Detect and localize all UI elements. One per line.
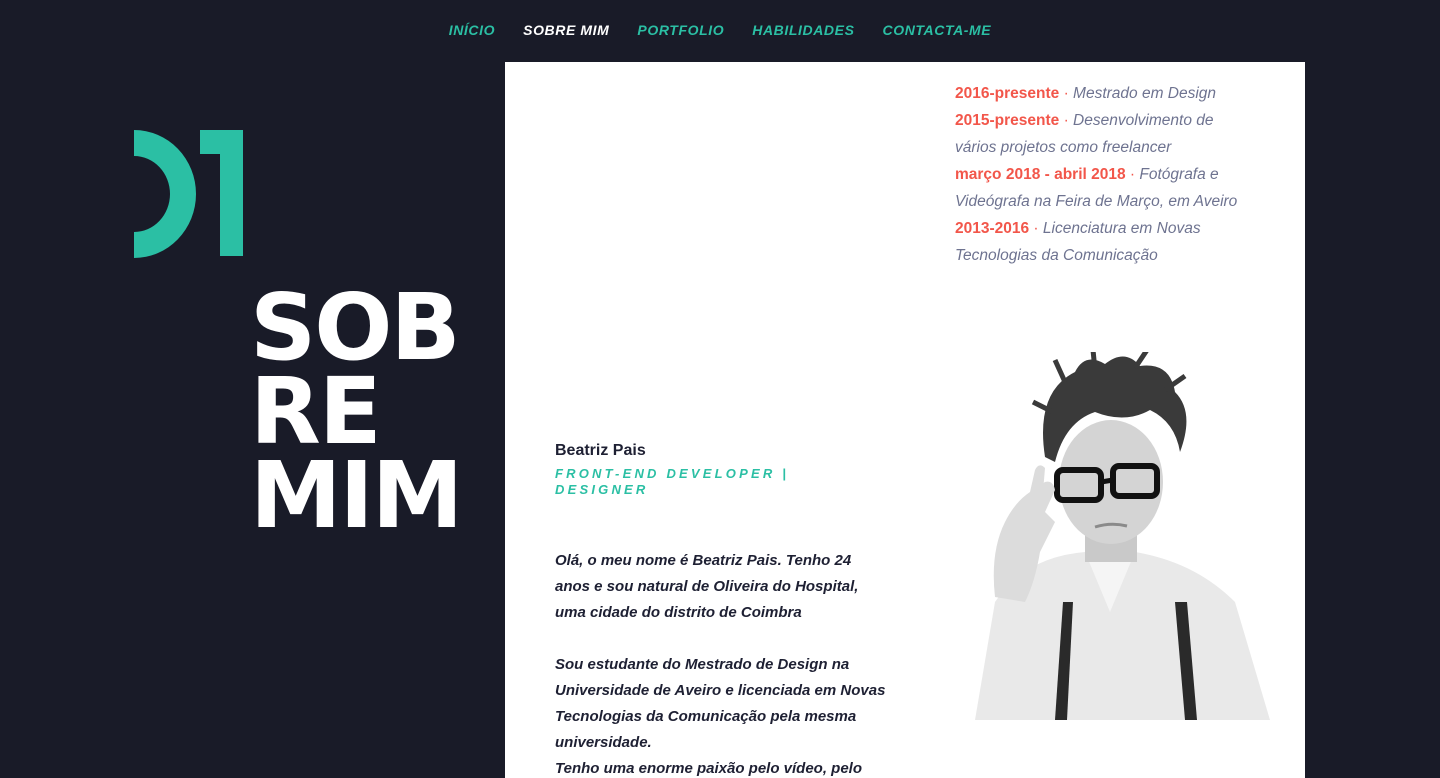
- timeline-date: 2016-presente: [955, 85, 1060, 102]
- timeline: 2016-presente · Mestrado em Design 2015-…: [955, 80, 1255, 269]
- timeline-separator: ·: [1029, 220, 1043, 237]
- nav-portfolio[interactable]: PORTFOLIO: [637, 22, 724, 38]
- nav-habilidades[interactable]: HABILIDADES: [752, 22, 854, 38]
- profile-role: FRONT-END DEVELOPER | DESIGNER: [555, 466, 790, 497]
- timeline-date: 2015-presente: [955, 112, 1060, 129]
- portrait-image: [975, 348, 1270, 720]
- bio-paragraph: Tenho uma enorme paixão pelo vídeo, pelo: [555, 760, 863, 777]
- section-heading: SOB RE MIM: [250, 282, 463, 549]
- profile-name: Beatriz Pais: [555, 442, 646, 459]
- about-card: 2016-presente · Mestrado em Design 2015-…: [505, 62, 1305, 778]
- timeline-entry: 2013-2016 · Licenciatura em Novas Tecnol…: [955, 215, 1255, 269]
- profile-bio: Olá, o meu nome é Beatriz Pais. Tenho 24…: [555, 548, 890, 778]
- timeline-date: 2013-2016: [955, 220, 1030, 237]
- section-number-graphic: [134, 130, 243, 258]
- timeline-date: março 2018 - abril 2018: [955, 166, 1126, 183]
- timeline-separator: ·: [1059, 112, 1074, 129]
- bio-paragraph: Sou estudante do Mestrado de Design na U…: [555, 656, 886, 751]
- timeline-separator: ·: [1059, 85, 1074, 102]
- profile-photo: [935, 348, 1295, 720]
- timeline-text: Mestrado em Design: [1073, 85, 1217, 102]
- timeline-entry: 2015-presente · Desenvolvimento de vário…: [955, 107, 1255, 161]
- heading-line-3: MIM: [250, 442, 463, 549]
- nav-contacta-me[interactable]: CONTACTA-ME: [883, 22, 992, 38]
- timeline-separator: ·: [1125, 166, 1140, 183]
- main-nav: INÍCIO SOBRE MIM PORTFOLIO HABILIDADES C…: [0, 22, 1440, 38]
- bio-paragraph: Olá, o meu nome é Beatriz Pais. Tenho 24…: [555, 552, 859, 621]
- timeline-entry: 2016-presente · Mestrado em Design: [955, 80, 1255, 107]
- section-number: [118, 128, 244, 258]
- nav-sobre-mim[interactable]: SOBRE MIM: [523, 22, 609, 38]
- nav-inicio[interactable]: INÍCIO: [449, 22, 495, 38]
- timeline-entry: março 2018 - abril 2018 · Fotógrafa e Vi…: [955, 161, 1255, 215]
